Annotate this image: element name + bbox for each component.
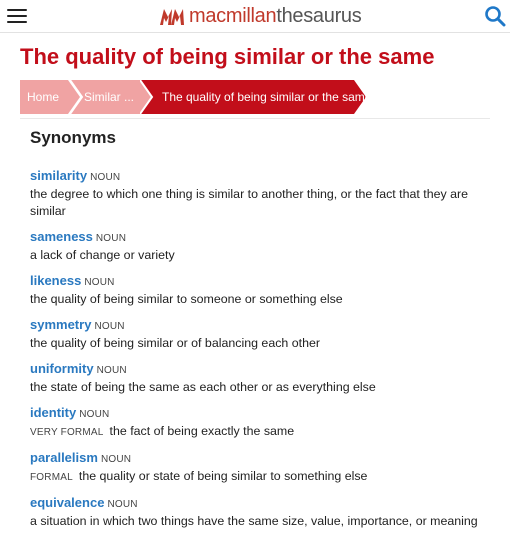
synonym-definition: a situation in which two things have the… <box>30 514 478 528</box>
synonym-definition: VERY FORMAL the fact of being exactly the… <box>30 423 480 441</box>
divider <box>20 118 490 119</box>
synonym-link-sameness[interactable]: sameness <box>30 229 93 244</box>
part-of-speech: NOUN <box>94 321 125 332</box>
synonym-link-likeness[interactable]: likeness <box>30 273 81 288</box>
hamburger-menu-icon[interactable] <box>7 9 27 23</box>
part-of-speech: NOUN <box>107 499 138 510</box>
synonym-link-identity[interactable]: identity <box>30 405 76 420</box>
synonym-entry: parallelism NOUN FORMAL the quality or sta… <box>30 450 480 486</box>
breadcrumb-home-label: Home <box>27 90 60 104</box>
synonym-entry: identity NOUN VERY FORMAL the fact of bein… <box>30 405 480 441</box>
synonym-definition: the state of being the same as each othe… <box>30 380 376 394</box>
synonym-entry: similarity NOUN the degree to which one t… <box>30 168 480 220</box>
search-icon[interactable] <box>484 5 506 27</box>
synonyms-heading: Synonyms <box>30 128 116 147</box>
part-of-speech: NOUN <box>100 454 132 465</box>
breadcrumb-current: The quality of being similar or the same <box>140 80 372 114</box>
synonym-entry: equivalence NOUN a situation in which two… <box>30 495 480 530</box>
synonym-entry: symmetry NOUN the quality of being simila… <box>30 317 480 352</box>
synonym-link-uniformity[interactable]: uniformity <box>30 361 94 376</box>
top-bar: macmillan thesaurus <box>0 0 510 33</box>
synonym-link-similarity[interactable]: similarity <box>30 168 87 183</box>
synonym-definition: FORMAL the quality or state of being simi… <box>30 468 480 486</box>
part-of-speech: NOUN <box>84 277 115 288</box>
definition-text: the quality or state of being similar to… <box>78 469 368 483</box>
synonym-link-equivalence[interactable]: equivalence <box>30 495 104 510</box>
synonym-link-symmetry[interactable]: symmetry <box>30 317 91 332</box>
synonym-entry: uniformity NOUN the state of being the sa… <box>30 361 480 396</box>
part-of-speech: NOUN <box>90 172 121 183</box>
synonym-entry: sameness NOUN a lack of change or variety <box>30 229 480 264</box>
synonym-definition: the quality of being similar to someone … <box>30 292 343 306</box>
synonym-definition: the degree to which one thing is similar… <box>30 187 469 218</box>
site-logo[interactable]: macmillan thesaurus <box>159 4 362 27</box>
definition-text: the fact of being exactly the same <box>109 424 295 438</box>
page-title: The quality of being similar or the same <box>20 44 435 69</box>
synonym-definition: a lack of change or variety <box>30 248 175 262</box>
logo-word-macmillan: macmillan <box>189 4 277 27</box>
synonym-definition: the quality of being similar or of balan… <box>30 336 320 350</box>
breadcrumb-current-label: The quality of being similar or the same <box>162 90 372 104</box>
logo-word-thesaurus: thesaurus <box>276 4 362 27</box>
macmillan-logo-icon <box>160 9 184 25</box>
synonym-list: similarity NOUN the degree to which one t… <box>30 168 480 539</box>
breadcrumb-similar-label: Similar ... <box>84 90 135 104</box>
register-label: FORMAL <box>30 472 73 483</box>
breadcrumb: Home Similar ... The quality of being si… <box>20 80 510 114</box>
synonym-link-parallelism[interactable]: parallelism <box>30 450 98 465</box>
synonym-entry: likeness NOUN the quality of being simila… <box>30 273 480 308</box>
part-of-speech: NOUN <box>95 233 127 244</box>
register-label: VERY FORMAL <box>30 427 104 438</box>
part-of-speech: NOUN <box>96 365 127 376</box>
part-of-speech: NOUN <box>79 409 110 420</box>
